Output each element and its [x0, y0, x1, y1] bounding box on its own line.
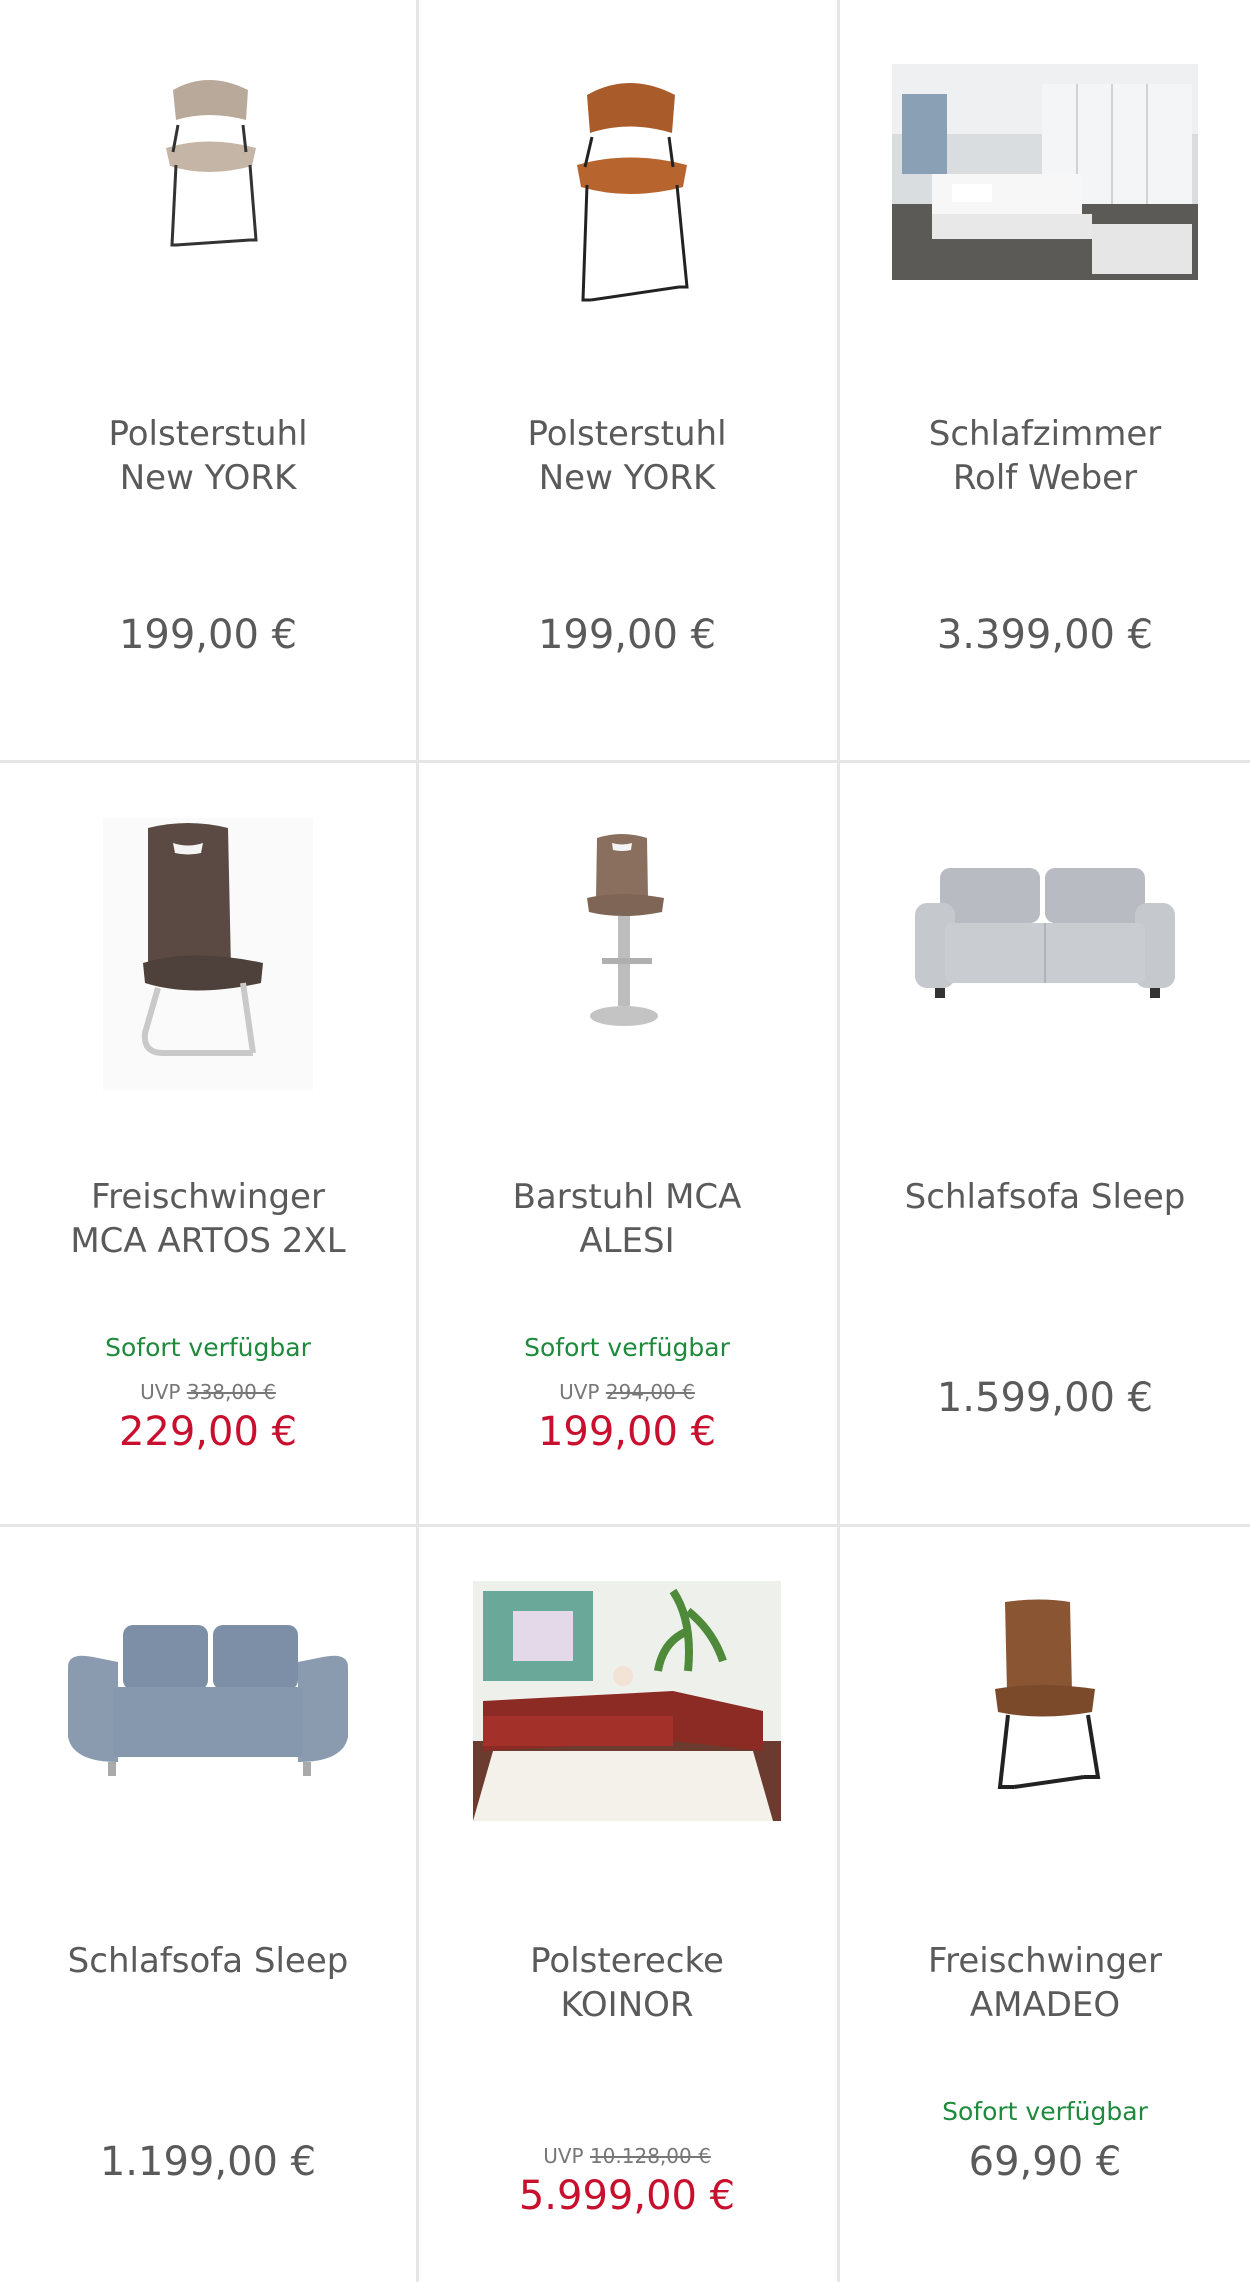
sale-price: 229,00 € [118, 1409, 298, 1455]
product-name: Polsterecke KOINOR [530, 1941, 724, 2025]
availability-label: Sofort verfügbar [524, 1333, 730, 1362]
product-price: 3.399,00 € [936, 612, 1154, 658]
corner-sofa-photo [419, 1581, 835, 1821]
bar-stool-icon [419, 828, 835, 1038]
product-name: Schlafsofa Sleep [904, 1177, 1186, 1217]
product-name: Freischwinger MCA ARTOS 2XL [70, 1177, 346, 1261]
product-card[interactable]: Schlafsofa Sleep 1.599,00 € [840, 763, 1250, 1525]
cantilever-chair-icon [0, 818, 416, 1090]
sale-price: 199,00 € [537, 1409, 717, 1455]
product-name: Schlafzimmer Rolf Weber [928, 414, 1162, 498]
uvp-price: UVP 10.128,00 € [543, 2144, 711, 2168]
product-card[interactable]: Schlafsofa Sleep 1.199,00 € [0, 1527, 416, 2282]
product-price: 1.599,00 € [936, 1375, 1154, 1421]
product-card[interactable]: Freischwinger MCA ARTOS 2XL Sofort verfüg… [0, 763, 416, 1525]
sofa-blue-icon [0, 1617, 416, 1782]
product-price: 1.199,00 € [99, 2139, 317, 2185]
product-price: 69,90 € [968, 2139, 1122, 2185]
product-name: Polsterstuhl New YORK [108, 414, 308, 498]
product-name: Freischwinger AMADEO [928, 1941, 1162, 2025]
product-card[interactable]: Freischwinger AMADEO Sofort verfügbar 69,… [840, 1527, 1250, 2282]
product-card[interactable]: Polsterstuhl New YORK 199,00 € [0, 0, 416, 762]
product-card[interactable]: Schlafzimmer Rolf Weber 3.399,00 € [840, 0, 1250, 762]
sale-price: 5.999,00 € [518, 2173, 736, 2219]
availability-label: Sofort verfügbar [942, 2097, 1148, 2126]
availability-label: Sofort verfügbar [105, 1333, 311, 1362]
product-name: Polsterstuhl New YORK [527, 414, 727, 498]
uvp-price: UVP 294,00 € [559, 1380, 695, 1404]
product-card[interactable]: Polsterecke KOINOR UVP 10.128,00 € 5.999,… [419, 1527, 835, 2282]
chair-cognac-icon [419, 75, 835, 310]
product-name: Schlafsofa Sleep [67, 1941, 349, 1981]
bedroom-photo [840, 64, 1250, 280]
product-grid: Polsterstuhl New YORK 199,00 € Polsterstu… [0, 0, 1250, 2282]
uvp-price: UVP 338,00 € [140, 1380, 276, 1404]
chair-taupe-icon [0, 70, 416, 260]
product-name: Barstuhl MCA ALESI [512, 1177, 742, 1261]
product-card[interactable]: Barstuhl MCA ALESI Sofort verfügbar UVP 2… [419, 763, 835, 1525]
product-card[interactable]: Polsterstuhl New YORK 199,00 € [419, 0, 835, 762]
product-price: 199,00 € [118, 612, 298, 658]
cantilever-chair-brown-icon [840, 1597, 1250, 1797]
sofa-grey-icon [840, 863, 1250, 1003]
product-price: 199,00 € [537, 612, 717, 658]
